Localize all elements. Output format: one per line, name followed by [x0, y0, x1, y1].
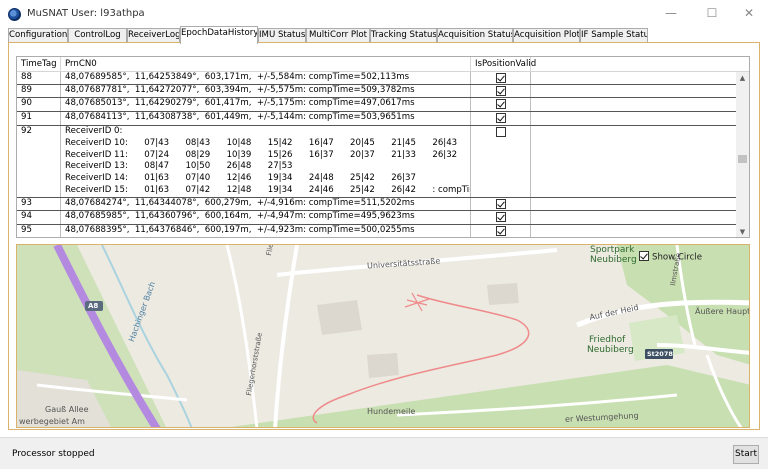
timetag-cell: 95 — [17, 225, 61, 237]
map-label: St2078 — [647, 350, 673, 358]
prncn0-cell: 48,07688395°, 11,64376846°, 600,197m, +/… — [61, 225, 471, 237]
tab-if-sample-status[interactable]: IF Sample Status — [580, 28, 648, 43]
vertical-scrollbar[interactable]: ▲ ▼ — [736, 72, 749, 237]
prncn0-cell: ReceiverID 0: ReceiverID 10: 07|43 08|43… — [61, 126, 471, 197]
map-label: Gauß Allee — [45, 405, 89, 414]
map-label: werbegebiet Am — [19, 417, 85, 426]
timetag-cell: 88 — [17, 72, 61, 84]
prncn0-cell: 48,07685013°, 11,64290279°, 601,417m, +/… — [61, 98, 471, 111]
table-row[interactable]: 88 48,07689585°, 11,64253849°, 603,171m,… — [17, 72, 737, 85]
position-valid-checkbox[interactable] — [496, 212, 506, 222]
tab-tracking-status[interactable]: Tracking Status — [370, 28, 437, 43]
processor-status-text: Processor stopped — [12, 449, 95, 459]
tab-controllog[interactable]: ControlLog — [68, 28, 127, 43]
map-label: Sportpark — [590, 245, 635, 255]
map-label: Neubiberg — [587, 345, 634, 355]
ispositionvalid-cell — [471, 225, 531, 237]
status-bar: Processor stopped Start — [0, 437, 768, 469]
scroll-up-arrow-icon[interactable]: ▲ — [736, 72, 749, 84]
map-label: A8 — [88, 302, 99, 310]
table-row[interactable]: 95 48,07688395°, 11,64376846°, 600,197m,… — [17, 225, 737, 237]
epoch-data-grid[interactable]: TimeTag PrnCN0 IsPositionValid 88 48,076… — [16, 56, 750, 238]
tab-acquisition-status[interactable]: Acquisition Status — [437, 28, 513, 43]
column-header-prncn0[interactable]: PrnCN0 — [61, 57, 471, 72]
ispositionvalid-cell — [471, 126, 531, 197]
position-valid-checkbox[interactable] — [496, 127, 506, 137]
table-row[interactable]: 92 ReceiverID 0: ReceiverID 10: 07|43 08… — [17, 126, 737, 198]
show-circle-toggle[interactable]: Show Circle — [639, 251, 703, 263]
maximize-button[interactable]: ☐ — [693, 2, 731, 24]
timetag-cell: 94 — [17, 211, 61, 224]
minimize-button[interactable]: — — [652, 2, 690, 24]
table-row[interactable]: 91 48,07684113°, 11,64308738°, 601,449m,… — [17, 112, 737, 126]
tab-imu-status[interactable]: IMU Status — [258, 28, 306, 43]
position-valid-checkbox[interactable] — [496, 99, 506, 109]
position-valid-checkbox[interactable] — [496, 113, 506, 123]
ispositionvalid-cell — [471, 98, 531, 111]
tab-multicorr-plot[interactable]: MultiCorr Plot — [306, 28, 370, 43]
map-label: Neubiberg — [590, 255, 637, 265]
column-header-ispositionvalid[interactable]: IsPositionValid — [471, 57, 536, 72]
title-bar: MuSNAT User: l93athpa — ☐ ✕ — [0, 0, 768, 28]
map-label: Hundemeile — [367, 407, 416, 416]
show-circle-checkbox[interactable] — [639, 251, 649, 261]
prncn0-cell: 48,07684274°, 11,64344078°, 600,279m, +/… — [61, 198, 471, 210]
prncn0-cell: 48,07689585°, 11,64253849°, 603,171m, +/… — [61, 72, 471, 84]
ispositionvalid-cell — [471, 72, 531, 84]
timetag-cell: 89 — [17, 85, 61, 97]
tab-configuration[interactable]: Configuration — [8, 28, 68, 43]
timetag-cell: 91 — [17, 112, 61, 125]
ispositionvalid-cell — [471, 198, 531, 210]
timetag-cell: 90 — [17, 98, 61, 111]
position-valid-checkbox[interactable] — [496, 226, 506, 236]
grid-header: TimeTag PrnCN0 IsPositionValid — [17, 57, 749, 72]
prncn0-cell: 48,07685985°, 11,64360796°, 600,164m, +/… — [61, 211, 471, 224]
tab-acquisition-plot[interactable]: Acquisition Plot — [513, 28, 580, 43]
table-row[interactable]: 93 48,07684274°, 11,64344078°, 600,279m,… — [17, 198, 737, 211]
tab-epochdatahistory[interactable]: EpochDataHistory — [180, 26, 258, 44]
prncn0-cell: 48,07687781°, 11,64272077°, 603,394m, +/… — [61, 85, 471, 97]
map-label: Friedhof — [589, 335, 626, 345]
column-header-timetag[interactable]: TimeTag — [17, 57, 61, 72]
scroll-thumb[interactable] — [738, 155, 747, 163]
timetag-cell: 92 — [17, 126, 61, 197]
close-button[interactable]: ✕ — [730, 2, 768, 24]
position-valid-checkbox[interactable] — [496, 73, 506, 83]
position-valid-checkbox[interactable] — [496, 86, 506, 96]
scroll-down-arrow-icon[interactable]: ▼ — [736, 226, 749, 237]
ispositionvalid-cell — [471, 211, 531, 224]
map-view[interactable]: Sportpark Neubiberg Universitätsstraße F… — [16, 244, 750, 428]
table-row[interactable]: 90 48,07685013°, 11,64290279°, 601,417m,… — [17, 98, 737, 112]
ispositionvalid-cell — [471, 85, 531, 97]
globe-icon — [8, 8, 21, 21]
timetag-cell: 93 — [17, 198, 61, 210]
start-button[interactable]: Start — [733, 445, 759, 464]
table-row[interactable]: 89 48,07687781°, 11,64272077°, 603,394m,… — [17, 85, 737, 98]
prncn0-cell: 48,07684113°, 11,64308738°, 601,449m, +/… — [61, 112, 471, 125]
table-row[interactable]: 94 48,07685985°, 11,64360796°, 600,164m,… — [17, 211, 737, 225]
tab-receiverlog[interactable]: ReceiverLog — [127, 28, 180, 43]
map-label: Äußere Haupt — [695, 307, 750, 316]
position-valid-checkbox[interactable] — [496, 199, 506, 209]
window-title: MuSNAT User: l93athpa — [27, 8, 145, 19]
show-circle-label: Show Circle — [652, 252, 703, 263]
ispositionvalid-cell — [471, 112, 531, 125]
tab-strip: Configuration ControlLog ReceiverLog Epo… — [8, 26, 760, 44]
